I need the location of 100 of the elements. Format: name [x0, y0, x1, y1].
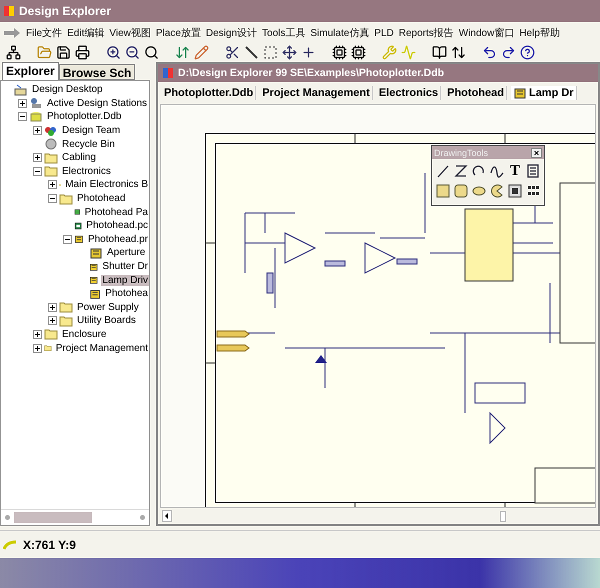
wire	[512, 242, 554, 244]
document-tab[interactable]: Project Management	[260, 86, 373, 100]
database-icon	[162, 67, 174, 79]
tree-item[interactable]: Design Desktop	[31, 84, 104, 96]
rounded-rectangle-tool-icon	[454, 184, 468, 198]
op-amp-drawing	[364, 242, 396, 274]
tree-item[interactable]: Enclosure	[61, 328, 108, 340]
window-title: Design Explorer	[19, 4, 112, 18]
expand-toggle[interactable]	[33, 126, 42, 136]
search-icon[interactable]	[144, 44, 159, 60]
tree-item[interactable]: Photohead.pr	[86, 234, 149, 245]
scroll-thumb[interactable]	[14, 512, 92, 523]
menu-item[interactable]: Design设计	[206, 26, 258, 40]
help-icon[interactable]	[520, 44, 535, 60]
zoom-out-icon[interactable]	[125, 44, 140, 60]
document-tab[interactable]: Lamp Dr	[510, 86, 577, 100]
menu-item[interactable]: Place放置	[156, 26, 201, 40]
zoom-in-icon[interactable]	[106, 44, 121, 60]
collapse-toggle[interactable]	[48, 194, 57, 204]
menu-item[interactable]: View视图	[109, 26, 151, 40]
scissors-icon[interactable]	[225, 44, 240, 60]
menu-item[interactable]: Help帮助	[519, 26, 560, 40]
expand-toggle[interactable]	[48, 316, 57, 326]
rectangle-tool-icon	[436, 184, 450, 198]
palette-title: DrawingTools	[434, 148, 488, 158]
tree-item[interactable]: Main Electronics B	[64, 179, 149, 190]
expand-toggle[interactable]	[33, 330, 42, 339]
menu-item[interactable]: Tools工具	[262, 26, 306, 40]
chip-list-icon[interactable]	[351, 44, 366, 60]
panel-tab[interactable]: Explorer	[2, 62, 59, 80]
tree-item[interactable]: Photohead Pa	[84, 206, 149, 218]
expand-toggle[interactable]	[48, 180, 57, 190]
op-amp-drawing	[284, 232, 316, 264]
project-icon	[89, 274, 98, 286]
pencil-icon[interactable]	[194, 44, 209, 60]
menu-item[interactable]: Edit编辑	[67, 26, 104, 40]
plus-icon[interactable]	[301, 44, 316, 60]
project-icon	[89, 288, 102, 300]
expand-toggle[interactable]	[48, 302, 57, 312]
tree-item[interactable]: Shutter Dr	[101, 261, 149, 272]
people-icon	[44, 124, 58, 137]
print-icon[interactable]	[75, 44, 90, 60]
menu-item[interactable]: Simulate仿真	[310, 26, 370, 40]
tree-item[interactable]: Design Team	[61, 125, 122, 136]
vertical-arrows-icon[interactable]	[451, 44, 466, 60]
arrow-icon	[3, 28, 21, 38]
op-amp-drawing	[474, 382, 526, 444]
menu-item[interactable]: Window窗口	[458, 26, 514, 40]
scroll-left-icon[interactable]	[162, 510, 172, 522]
app-icon	[3, 5, 15, 17]
tree-item[interactable]: Active Design Stations	[46, 98, 148, 109]
tree-item[interactable]: Photoplotter.Ddb	[46, 111, 122, 122]
menu-item[interactable]: File文件	[26, 26, 62, 40]
project-icon	[89, 246, 103, 259]
collapse-toggle[interactable]	[18, 112, 27, 122]
document-tab[interactable]: Photohead	[445, 86, 507, 100]
document-tab[interactable]: Electronics	[376, 86, 442, 100]
tree-item[interactable]: Utility Boards	[76, 315, 137, 326]
chip-icon[interactable]	[332, 44, 347, 60]
expand-toggle[interactable]	[33, 344, 42, 353]
pcb-document-icon	[74, 220, 82, 232]
tree-item[interactable]: Cabling	[61, 152, 97, 164]
tree-item[interactable]: Photohead.pc	[85, 220, 149, 232]
curve-tool-icon	[490, 164, 504, 178]
resistor-drawing	[396, 258, 418, 264]
expand-toggle[interactable]	[33, 153, 42, 162]
text-tool-button[interactable]: T	[506, 161, 524, 181]
menu-item[interactable]: Reports报告	[398, 26, 454, 40]
expand-toggle[interactable]	[18, 98, 27, 108]
wire	[274, 248, 276, 308]
save-icon[interactable]	[56, 44, 71, 60]
tree-item[interactable]: Photohea	[104, 288, 149, 300]
menu-item[interactable]: PLD	[374, 28, 394, 38]
port-drawing	[216, 330, 250, 352]
panel-tab[interactable]: Browse Sch	[58, 64, 136, 80]
diode-icon	[315, 355, 327, 363]
document-title: D:\Design Explorer 99 SE\Examples\Photoplotter.Ddb	[178, 67, 444, 79]
desktop-icon	[14, 84, 28, 96]
tree-item[interactable]: Electronics	[61, 166, 112, 177]
tree-item[interactable]: Project Management	[54, 342, 149, 354]
undo-icon[interactable]	[482, 44, 497, 60]
collapse-toggle[interactable]	[33, 166, 42, 176]
book-icon[interactable]	[432, 44, 447, 60]
tree-item[interactable]: Lamp Driv	[101, 274, 149, 286]
selection-icon[interactable]	[263, 44, 278, 60]
wire-icon[interactable]	[244, 44, 259, 60]
tree-toggle-icon[interactable]	[6, 44, 21, 60]
redo-icon[interactable]	[501, 44, 516, 60]
tree-item[interactable]: Recycle Bin	[61, 138, 116, 150]
up-down-arrows-icon[interactable]	[175, 44, 190, 60]
close-button[interactable]: ×	[531, 148, 542, 158]
cross-arrows-icon[interactable]	[282, 44, 297, 60]
tree-item[interactable]: Photohead	[76, 193, 126, 204]
collapse-toggle[interactable]	[63, 234, 72, 244]
scroll-thumb[interactable]	[500, 510, 506, 522]
document-tab[interactable]: Photoplotter.Ddb	[162, 86, 256, 100]
text-tool-label: T	[510, 162, 520, 180]
ellipse-tool-icon	[472, 184, 486, 198]
tree-item[interactable]: Power Supply	[76, 302, 140, 313]
tree-item[interactable]: Aperture	[106, 247, 146, 258]
